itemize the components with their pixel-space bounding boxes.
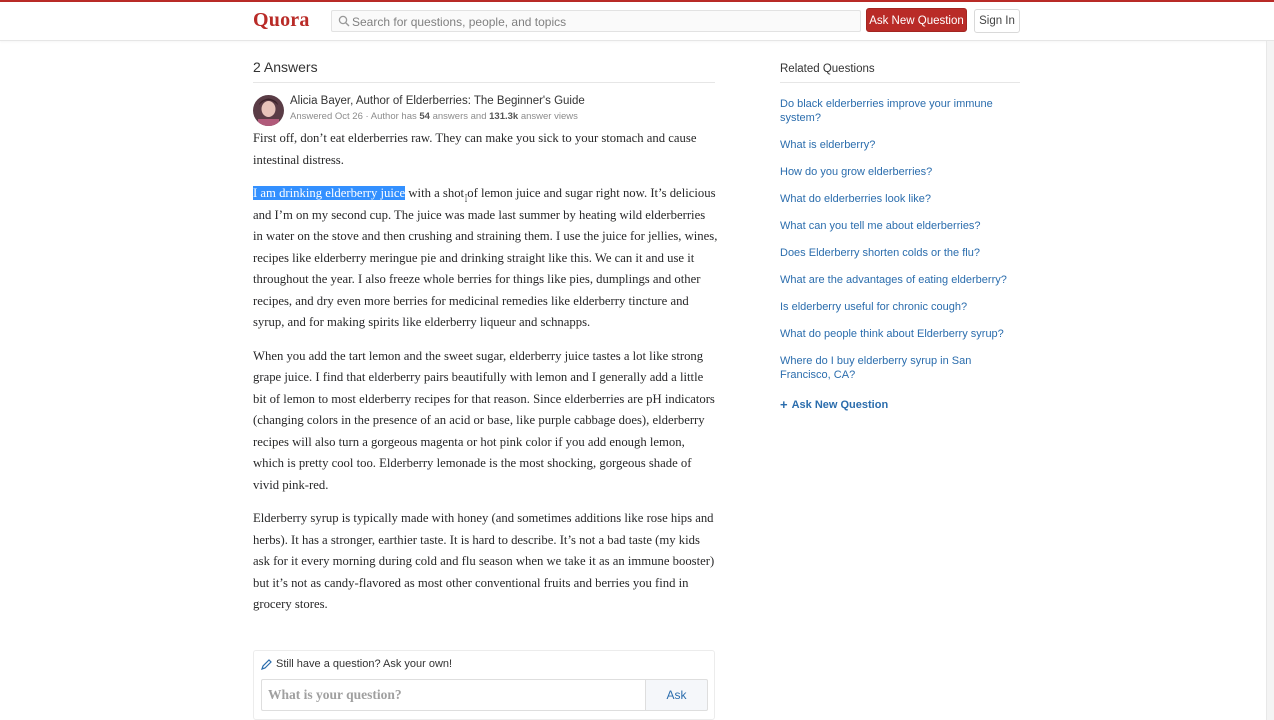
meta-prefix: Author has (370, 111, 417, 122)
related-question-link[interactable]: What do people think about Elderberry sy… (780, 327, 1020, 341)
answer-body: First off, don’t eat elderberries raw. T… (253, 128, 718, 628)
related-question-link[interactable]: What are the advantages of eating elderb… (780, 273, 1020, 287)
answer-paragraph: I am drinking elderberry juice with a sh… (253, 183, 718, 334)
answer-paragraph: First off, don’t eat elderberries raw. T… (253, 131, 697, 167)
pencil-icon (261, 658, 272, 670)
ask-box-title-text: Still have a question? Ask your own! (276, 658, 453, 670)
answer-paragraph-rest: with a shot of lemon juice and sugar rig… (253, 186, 718, 329)
author-meta: Answered Oct 26 · Author has 54 answers … (290, 111, 578, 122)
page-scrollbar[interactable] (1266, 41, 1274, 720)
ask-question-box: Still have a question? Ask your own! Wha… (253, 650, 715, 720)
related-question-link[interactable]: Do black elderberries improve your immun… (780, 97, 1020, 125)
related-question-link[interactable]: What is elderberry? (780, 138, 1020, 152)
related-questions-title: Related Questions (780, 63, 1020, 83)
author-name[interactable]: Alicia Bayer, Author of Elderberries: Th… (290, 95, 585, 107)
answer-paragraph: Elderberry syrup is typically made with … (253, 511, 715, 611)
meta-suffix: answer views (520, 111, 578, 122)
ask-button[interactable]: Ask (645, 679, 708, 711)
selected-text[interactable]: I am drinking elderberry juice (253, 186, 406, 200)
related-question-link[interactable]: Does Elderberry shorten colds or the flu… (780, 246, 1020, 260)
avatar-image (253, 95, 284, 126)
related-questions: Related Questions Do black elderberries … (780, 63, 1020, 382)
search-icon (338, 15, 350, 27)
author-view-count: 131.3k (489, 111, 519, 122)
ask-new-question-button[interactable]: Ask New Question (866, 8, 967, 32)
author-avatar[interactable] (253, 95, 284, 126)
text-cursor-icon (465, 194, 467, 202)
divider (253, 82, 715, 83)
related-question-link[interactable]: What do elderberries look like? (780, 192, 1020, 206)
related-questions-list: Do black elderberries improve your immun… (780, 97, 1020, 382)
meta-mid: answers and (432, 111, 487, 122)
answer-paragraph: When you add the tart lemon and the swee… (253, 348, 715, 492)
related-question-link[interactable]: How do you grow elderberries? (780, 165, 1020, 179)
related-question-link[interactable]: What can you tell me about elderberries? (780, 219, 1020, 233)
related-question-link[interactable]: Where do I buy elderberry syrup in San F… (780, 354, 1020, 382)
plus-icon: + (780, 397, 788, 412)
related-question-link[interactable]: Is elderberry useful for chronic cough? (780, 300, 1020, 314)
ask-box-title: Still have a question? Ask your own! (261, 658, 452, 670)
top-header: Quora Search for questions, people, and … (0, 2, 1274, 41)
answered-date[interactable]: Answered Oct 26 (290, 111, 363, 122)
answers-count: 2 Answers (253, 59, 318, 75)
related-ask-label: Ask New Question (791, 398, 889, 411)
question-input[interactable]: What is your question? (261, 679, 645, 711)
sign-in-button[interactable]: Sign In (974, 9, 1020, 33)
related-ask-new-question-link[interactable]: + Ask New Question (780, 397, 888, 412)
search-input[interactable]: Search for questions, people, and topics (331, 10, 861, 32)
author-answer-count: 54 (419, 111, 430, 122)
search-placeholder: Search for questions, people, and topics (352, 15, 567, 29)
quora-logo[interactable]: Quora (253, 9, 310, 32)
